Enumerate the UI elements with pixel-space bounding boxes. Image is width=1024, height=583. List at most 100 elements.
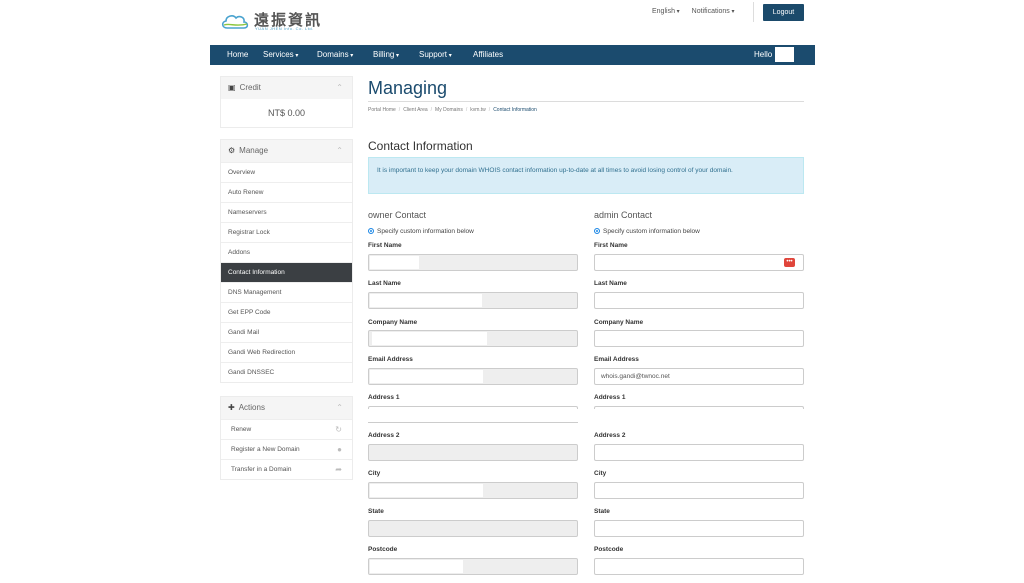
actions-panel-header[interactable]: ✚ Actions ⌃	[221, 397, 352, 419]
nav-services[interactable]: Services	[263, 45, 298, 65]
owner-email-label: Email Address	[368, 356, 413, 363]
password-manager-icon[interactable]: •••	[784, 258, 795, 267]
page-title: Managing	[368, 78, 448, 98]
nav-support[interactable]: Support	[419, 45, 452, 65]
nav-affiliates[interactable]: Affiliates	[473, 45, 503, 65]
owner-custom-radio[interactable]: Specify custom information below	[368, 226, 578, 236]
breadcrumb-current: Contact Information	[493, 107, 537, 113]
chevron-up-icon[interactable]: ⌃	[336, 140, 343, 162]
action-register-label: Register a New Domain	[231, 446, 300, 453]
action-renew-label: Renew	[231, 426, 252, 433]
admin-email-label: Email Address	[594, 356, 639, 363]
redacted-username	[775, 47, 794, 62]
owner-city-label: City	[368, 470, 381, 477]
admin-state-label: State	[594, 508, 610, 515]
admin-contact-title: admin Contact	[594, 210, 653, 220]
sidebar-item-addons[interactable]: Addons	[221, 242, 352, 262]
owner-contact-column: owner Contact Specify custom information…	[368, 210, 578, 236]
manage-title: Manage	[239, 146, 269, 155]
admin-address1-label: Address 1	[594, 394, 626, 401]
owner-address1-bottom	[368, 422, 578, 423]
sidebar-item-overview[interactable]: Overview	[221, 162, 352, 182]
chevron-up-icon[interactable]: ⌃	[336, 77, 343, 99]
breadcrumb: Portal Home / Client Area / My Domains / kvm.t…	[368, 107, 537, 113]
nav-domains[interactable]: Domains	[317, 45, 353, 65]
admin-first-name-label: First Name	[594, 242, 628, 249]
nav-home[interactable]: Home	[227, 45, 248, 65]
sidebar-item-gandi-dnssec[interactable]: Gandi DNSSEC	[221, 362, 352, 382]
breadcrumb-my-domains[interactable]: My Domains	[435, 107, 463, 113]
action-transfer-domain[interactable]: Transfer in a Domain ➦	[221, 459, 352, 479]
sidebar-item-contact-information[interactable]: Contact Information	[221, 262, 352, 282]
admin-postcode-label: Postcode	[594, 546, 624, 553]
main-navbar: Home Services Domains Billing Support Af…	[210, 45, 815, 65]
sidebar-item-registrar-lock[interactable]: Registrar Lock	[221, 222, 352, 242]
manage-panel: ⚙ Manage ⌃ Overview Auto Renew Nameserver…	[220, 139, 353, 383]
admin-first-name-input[interactable]: •••	[594, 254, 804, 271]
admin-custom-radio[interactable]: Specify custom information below	[594, 226, 804, 236]
owner-company-input[interactable]	[368, 330, 578, 347]
cloud-logo-icon	[221, 15, 249, 29]
owner-postcode-input[interactable]	[368, 558, 578, 575]
header-divider	[753, 2, 754, 22]
sidebar-item-auto-renew[interactable]: Auto Renew	[221, 182, 352, 202]
action-renew[interactable]: Renew ↻	[221, 419, 352, 439]
sidebar-item-gandi-mail[interactable]: Gandi Mail	[221, 322, 352, 342]
credit-panel-header[interactable]: ▣ Credit ⌃	[221, 77, 352, 99]
owner-address2-input[interactable]	[368, 444, 578, 461]
admin-email-input[interactable]: whois.gandi@twnoc.net	[594, 368, 804, 385]
owner-first-name-input[interactable]	[368, 254, 578, 271]
admin-state-input[interactable]	[594, 520, 804, 537]
owner-address1-input[interactable]	[368, 406, 578, 409]
breadcrumb-portal-home[interactable]: Portal Home	[368, 107, 396, 113]
admin-last-name-input[interactable]	[594, 292, 804, 309]
credit-title: Credit	[239, 83, 261, 92]
breadcrumb-domain[interactable]: kvm.tw	[470, 107, 486, 113]
credit-amount: NT$ 0.00	[267, 108, 306, 118]
logo-subtext: YUAN JHEN Info. Co. Ltd.	[255, 26, 314, 31]
sidebar-item-dns-management[interactable]: DNS Management	[221, 282, 352, 302]
action-transfer-label: Transfer in a Domain	[231, 466, 292, 473]
owner-first-name-label: First Name	[368, 242, 402, 249]
owner-contact-title: owner Contact	[368, 210, 427, 220]
sidebar-item-nameservers[interactable]: Nameservers	[221, 202, 352, 222]
admin-city-input[interactable]	[594, 482, 804, 499]
plus-icon: ✚	[228, 403, 235, 412]
admin-address2-input[interactable]	[594, 444, 804, 461]
radio-selected-icon[interactable]	[368, 228, 374, 234]
language-selector[interactable]: English	[652, 8, 680, 18]
owner-last-name-input[interactable]	[368, 292, 578, 309]
owner-postcode-label: Postcode	[368, 546, 398, 553]
site-logo[interactable]: 遠振資訊 YUAN JHEN Info. Co. Ltd.	[220, 8, 330, 34]
refresh-icon: ↻	[335, 425, 342, 434]
sidebar-item-get-epp-code[interactable]: Get EPP Code	[221, 302, 352, 322]
nav-billing[interactable]: Billing	[373, 45, 399, 65]
action-register-domain[interactable]: Register a New Domain ●	[221, 439, 352, 459]
info-alert: It is important to keep your domain WHOI…	[368, 157, 804, 194]
gear-icon: ⚙	[228, 146, 236, 155]
admin-address2-label: Address 2	[594, 432, 626, 439]
owner-address1-label: Address 1	[368, 394, 400, 401]
admin-company-input[interactable]	[594, 330, 804, 347]
chevron-up-icon[interactable]: ⌃	[336, 397, 343, 419]
money-icon: ▣	[228, 83, 236, 92]
owner-last-name-label: Last Name	[368, 280, 401, 287]
owner-radio-label: Specify custom information below	[377, 227, 474, 235]
admin-postcode-input[interactable]	[594, 558, 804, 575]
actions-title: Actions	[238, 403, 265, 412]
actions-panel: ✚ Actions ⌃ Renew ↻ Register a New Domain…	[220, 396, 353, 480]
admin-address1-input[interactable]	[594, 406, 804, 409]
globe-icon: ●	[337, 445, 342, 454]
breadcrumb-client-area[interactable]: Client Area	[403, 107, 427, 113]
notifications-menu[interactable]: Notifications	[692, 8, 735, 18]
owner-email-input[interactable]	[368, 368, 578, 385]
sidebar-item-gandi-web-redirection[interactable]: Gandi Web Redirection	[221, 342, 352, 362]
admin-radio-label: Specify custom information below	[603, 227, 700, 235]
share-icon: ➦	[335, 465, 342, 474]
owner-state-input[interactable]	[368, 520, 578, 537]
admin-contact-column: admin Contact Specify custom information…	[594, 210, 804, 236]
owner-city-input[interactable]	[368, 482, 578, 499]
manage-panel-header[interactable]: ⚙ Manage ⌃	[221, 140, 352, 162]
logout-button[interactable]: Logout	[763, 4, 804, 21]
radio-selected-icon[interactable]	[594, 228, 600, 234]
